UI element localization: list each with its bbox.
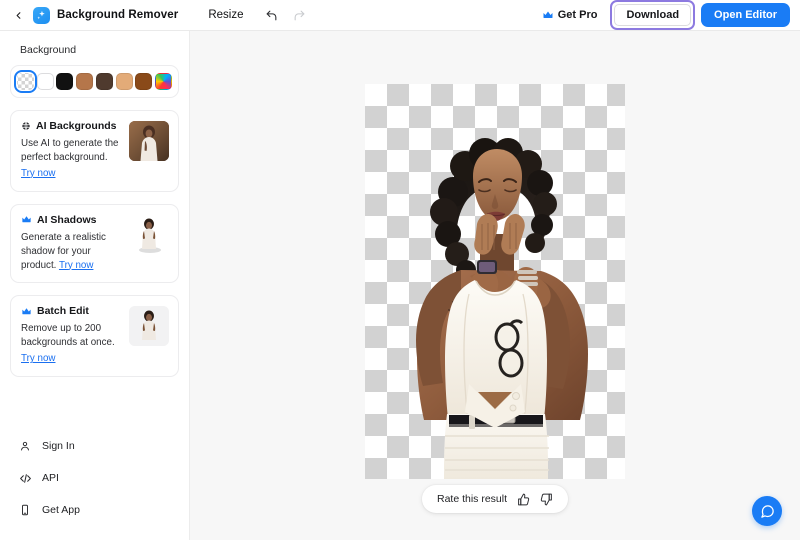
promo-title: AI Shadows [37, 213, 97, 226]
promo-text: AI Shadows Generate a realistic shadow f… [21, 214, 121, 273]
try-now-link[interactable]: Try now [59, 260, 93, 271]
promo-title-row: AI Backgrounds [21, 120, 121, 132]
crown-icon [22, 216, 31, 223]
promo-title-row: Batch Edit [21, 305, 121, 317]
promo-card-ai-backgrounds[interactable]: AI Backgrounds Use AI to generate the pe… [10, 110, 179, 192]
page-title: Background Remover [57, 9, 179, 21]
swatch-tan[interactable] [115, 73, 133, 90]
header-left-group: Background Remover Resize [8, 4, 307, 26]
promo-description: Generate a realistic shadow for your pro… [21, 231, 121, 273]
left-sidebar: Background AI Backgrounds Use AI to gene… [0, 31, 190, 540]
thumbnail-figure-icon [129, 214, 169, 255]
promo-description: Use AI to generate the perfect backgroun… [21, 137, 121, 181]
globe-icon [22, 122, 30, 130]
swatch-deep-brown[interactable] [135, 73, 153, 90]
download-button[interactable]: Download [614, 4, 692, 26]
phone-icon [18, 503, 32, 517]
promo-description: Remove up to 200 backgrounds at once. Tr… [21, 322, 121, 366]
app-root: Background Remover Resize Get Pro Downlo… [0, 0, 800, 540]
redo-button[interactable] [291, 7, 307, 23]
thumbnail-figure-icon [129, 306, 169, 347]
app-body: Background AI Backgrounds Use AI to gene… [0, 31, 800, 540]
swatch-dark-coffee[interactable] [95, 73, 113, 90]
background-section-label: Background [20, 44, 77, 56]
app-logo-icon [33, 6, 50, 24]
sidebar-item-label: Sign In [42, 440, 75, 452]
get-pro-button[interactable]: Get Pro [533, 4, 607, 26]
sidebar-item-get-app[interactable]: Get App [10, 494, 179, 526]
promo-desc-text: Remove up to 200 backgrounds at once. [21, 323, 115, 349]
sidebar-item-label: API [42, 472, 59, 484]
swatch-medium-brown[interactable] [76, 73, 94, 90]
chat-bubble-icon [760, 504, 774, 518]
swatch-custom-color-picker[interactable] [154, 73, 172, 90]
promo-title-row: AI Shadows [21, 214, 121, 226]
history-buttons [263, 7, 307, 23]
main-canvas-area: Rate this result [190, 31, 800, 540]
chevron-left-icon [16, 11, 20, 19]
transparent-result-canvas[interactable] [365, 84, 625, 479]
cutout-subject-image [416, 138, 588, 479]
undo-button[interactable] [263, 7, 279, 23]
try-now-link[interactable]: Try now [21, 352, 121, 366]
sidebar-bottom-links: Sign In API Get App [10, 430, 179, 540]
header-right-group: Get Pro Download Open Editor [533, 0, 790, 30]
redo-arrow-icon [294, 10, 305, 20]
swatch-transparent[interactable] [14, 70, 37, 93]
promo-title: AI Backgrounds [36, 120, 117, 132]
undo-arrow-icon [266, 10, 277, 20]
app-header: Background Remover Resize Get Pro Downlo… [0, 0, 800, 31]
promo-card-batch-edit[interactable]: Batch Edit Remove up to 200 backgrounds … [10, 295, 179, 378]
promo-title: Batch Edit [37, 305, 89, 318]
sidebar-item-sign-in[interactable]: Sign In [10, 430, 179, 462]
rate-result-bar: Rate this result [421, 485, 569, 513]
magic-wand-icon [37, 10, 45, 19]
rate-label: Rate this result [436, 493, 508, 505]
thumbnail-figure-icon [129, 121, 169, 161]
chat-support-button[interactable] [752, 496, 782, 526]
background-swatch-picker [10, 65, 179, 98]
resize-button[interactable]: Resize [204, 6, 247, 24]
code-icon [18, 471, 32, 485]
swatch-white[interactable] [36, 73, 54, 90]
promo-thumbnail [129, 214, 169, 255]
thumbs-down-icon[interactable] [539, 492, 553, 506]
download-focus-ring: Download [610, 0, 696, 30]
open-editor-button[interactable]: Open Editor [701, 3, 790, 27]
get-pro-label: Get Pro [557, 9, 598, 21]
sidebar-item-api[interactable]: API [10, 462, 179, 494]
promo-desc-text: Use AI to generate the perfect backgroun… [21, 138, 119, 163]
swatch-black[interactable] [56, 73, 74, 90]
user-icon [18, 439, 32, 453]
promo-thumbnail [129, 121, 169, 161]
promo-thumbnail [129, 306, 169, 347]
crown-icon [22, 308, 31, 315]
promo-text: Batch Edit Remove up to 200 backgrounds … [21, 305, 121, 366]
back-button[interactable] [8, 4, 28, 26]
promo-card-ai-shadows[interactable]: AI Shadows Generate a realistic shadow f… [10, 203, 179, 284]
try-now-link[interactable]: Try now [21, 167, 121, 181]
sidebar-item-label: Get App [42, 504, 80, 516]
crown-icon [543, 11, 553, 18]
promo-text: AI Backgrounds Use AI to generate the pe… [21, 120, 121, 181]
thumbs-up-icon[interactable] [516, 492, 530, 506]
